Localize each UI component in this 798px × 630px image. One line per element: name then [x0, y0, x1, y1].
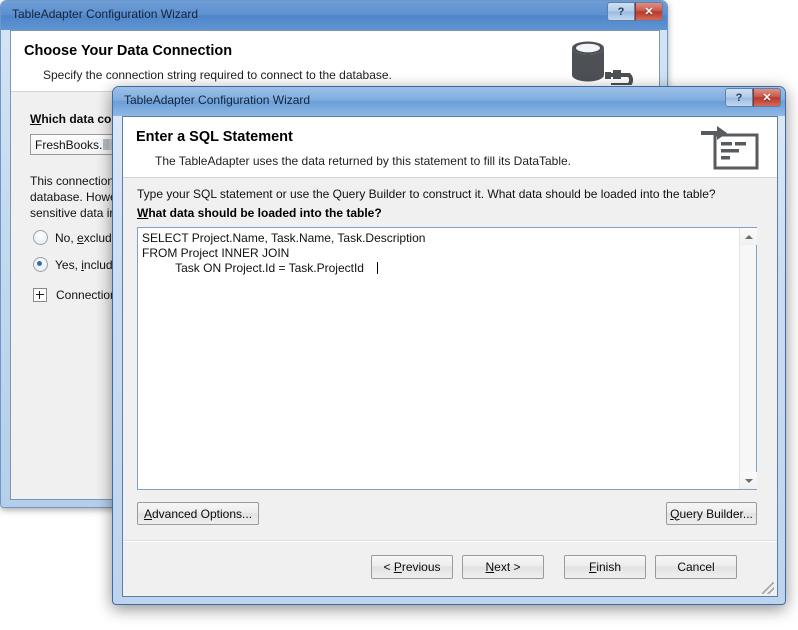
connection-string-expander-label: Connection	[56, 288, 117, 302]
sql-question-label: What data should be loaded into the tabl…	[137, 206, 382, 220]
dialog-title: TableAdapter Configuration Wizard	[124, 93, 311, 107]
radio-exclude-indicator	[33, 230, 48, 245]
background-header-title: Choose Your Data Connection	[24, 43, 233, 59]
text-caret	[377, 262, 378, 274]
dialog-client: Enter a SQL Statement The TableAdapter u…	[122, 116, 778, 597]
query-builder-button[interactable]: Query Builder...	[666, 502, 757, 525]
next-label: Next >	[485, 560, 521, 574]
sql-vertical-scrollbar[interactable]	[739, 228, 757, 489]
which-data-connection-accel: W	[30, 112, 42, 126]
sql-textarea[interactable]: SELECT Project.Name, Task.Name, Task.Des…	[137, 227, 757, 490]
dialog-close-button[interactable]: ✕	[753, 88, 781, 107]
connection-description-line-3: sensitive data in	[30, 206, 117, 220]
advanced-options-label: Advanced Options...	[143, 506, 253, 521]
background-wizard-header: Choose Your Data Connection Specify the …	[11, 31, 659, 92]
previous-button[interactable]: < Previous	[371, 555, 453, 579]
connection-string-expander[interactable]: Connection	[33, 288, 117, 302]
background-window-title: TableAdapter Configuration Wizard	[12, 7, 199, 21]
help-button[interactable]: ?	[607, 2, 635, 21]
finish-label: Finish	[588, 560, 622, 574]
background-header-subtitle: Specify the connection string required t…	[43, 68, 392, 82]
expand-plus-icon	[33, 288, 47, 302]
advanced-options-button[interactable]: Advanced Options...	[137, 502, 259, 525]
dialog-help-button[interactable]: ?	[725, 88, 753, 107]
scroll-up-arrow-icon[interactable]	[740, 228, 757, 245]
query-builder-label: Query Builder...	[670, 506, 753, 521]
radio-include-indicator	[33, 257, 48, 272]
close-button[interactable]: ✕	[635, 2, 663, 21]
dialog-header-title: Enter a SQL Statement	[136, 129, 293, 145]
sql-question-accel: W	[137, 206, 149, 220]
sql-statement-icon	[701, 126, 761, 175]
dialog-titlebar[interactable]: TableAdapter Configuration Wizard ? ✕	[113, 87, 785, 116]
scroll-up-glyph	[744, 234, 753, 239]
scroll-down-glyph	[744, 478, 753, 483]
cancel-button[interactable]: Cancel	[655, 555, 737, 579]
connection-description-line-1: This connection	[30, 174, 115, 188]
dialog-header-subtitle: The TableAdapter uses the data returned …	[155, 154, 572, 168]
scroll-down-arrow-icon[interactable]	[740, 472, 757, 489]
sql-statement-dialog[interactable]: TableAdapter Configuration Wizard ? ✕ En…	[112, 86, 786, 605]
resize-grip-icon[interactable]	[762, 582, 774, 594]
database-connection-icon	[567, 39, 641, 90]
dialog-body: Type your SQL statement or use the Query…	[123, 178, 777, 596]
sql-hint-text: Type your SQL statement or use the Query…	[137, 187, 716, 201]
button-row-separator	[123, 540, 777, 542]
next-button[interactable]: Next >	[462, 555, 544, 579]
finish-button[interactable]: Finish	[564, 555, 646, 579]
background-window-titlebar[interactable]: TableAdapter Configuration Wizard ? ✕	[1, 1, 667, 30]
previous-label: < Previous	[383, 560, 441, 574]
sql-text-content: SELECT Project.Name, Task.Name, Task.Des…	[142, 231, 426, 275]
connection-combobox-value: FreshBooks.	[35, 137, 103, 152]
dialog-window-controls: ? ✕	[725, 88, 781, 107]
background-window-controls: ? ✕	[607, 2, 663, 21]
cancel-label: Cancel	[677, 560, 715, 574]
dialog-header: Enter a SQL Statement The TableAdapter u…	[123, 117, 777, 178]
connection-description-line-2: database. Howev	[30, 190, 123, 204]
sql-question-rest: hat data should be loaded into the table…	[148, 206, 382, 220]
